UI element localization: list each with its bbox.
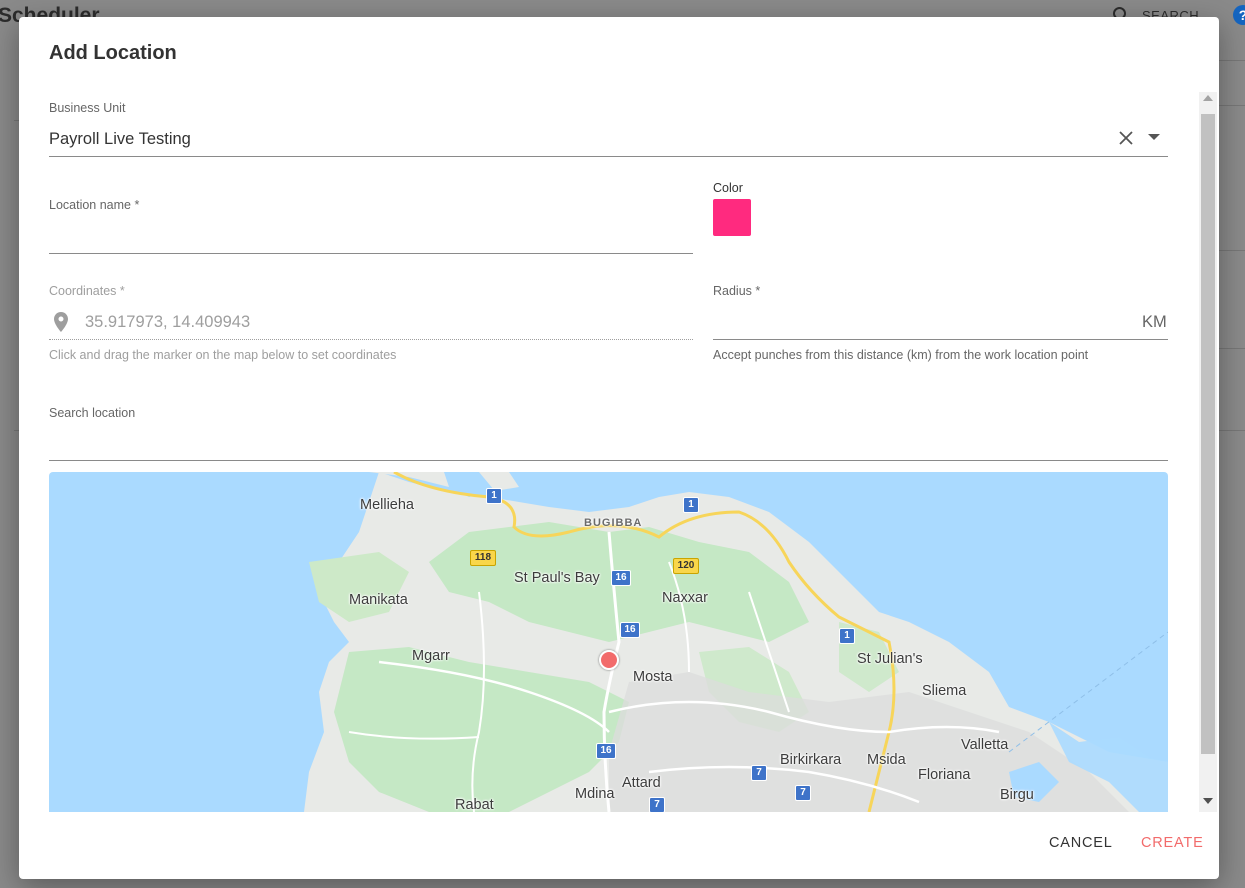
radius-label: Radius * [713,284,761,298]
map-place-label: Floriana [918,767,971,783]
divider [1219,250,1245,251]
coordinates-value: 35.917973, 14.409943 [85,313,251,331]
search-location-label: Search location [49,406,136,420]
map-place-label: Birgu [1000,787,1034,803]
map-place-label: Rabat [455,797,494,812]
chevron-down-icon[interactable] [1148,134,1160,141]
business-unit-value: Payroll Live Testing [49,130,191,148]
coordinates-underline [49,339,693,340]
map-place-label: Mosta [633,669,673,685]
road-number-badge: 16 [611,570,631,586]
road-number-badge: 7 [649,797,665,812]
divider [1219,105,1245,106]
location-name-label: Location name * [49,198,140,212]
map-place-label: Manikata [349,592,408,608]
map-place-label: BUGIBBA [584,517,643,529]
coordinates-helper: Click and drag the marker on the map bel… [49,348,397,362]
road-number-badge: 7 [795,785,811,801]
map-place-label: Mellieha [360,497,414,513]
scrollbar[interactable] [1199,92,1217,812]
road-number-badge: 7 [751,765,767,781]
add-location-dialog: Add Location Business Unit Payroll Live … [19,17,1219,879]
cancel-button[interactable]: CANCEL [1049,835,1113,851]
location-marker[interactable] [599,650,619,670]
location-name-underline [49,253,693,254]
map-place-label: Mdina [575,786,615,802]
road-number-badge: 1 [683,497,699,513]
road-number-badge: 16 [596,743,616,759]
color-label: Color [713,181,743,195]
map-place-label: Valletta [961,737,1009,753]
map-place-label: Mgarr [412,648,450,664]
map-place-label: Birkirkara [780,752,842,768]
road-number-badge: 1 [839,628,855,644]
divider [1219,60,1245,61]
divider [1219,348,1245,349]
coordinates-label: Coordinates * [49,284,125,298]
radius-underline [713,339,1168,340]
radius-unit: KM [1142,313,1167,331]
scroll-down-arrow-icon[interactable] [1203,798,1213,804]
map-place-label: Msida [867,752,906,768]
map-place-label: Attard [622,775,661,791]
help-icon[interactable]: ? [1233,5,1245,25]
map-place-label: Sliema [922,683,967,699]
scrollbar-thumb[interactable] [1201,114,1215,754]
location-pin-icon [54,312,68,332]
road-number-badge: 1 [486,488,502,504]
business-unit-underline [49,156,1168,157]
dialog-title: Add Location [49,42,177,64]
road-number-badge: 16 [620,622,640,638]
map-place-label: St Julian's [857,651,923,667]
road-number-badge: 120 [673,558,699,574]
map-place-label: St Paul's Bay [514,570,600,586]
color-swatch[interactable] [713,199,751,236]
create-button[interactable]: CREATE [1141,835,1204,851]
business-unit-label: Business Unit [49,101,126,115]
map-place-label: Naxxar [662,590,708,606]
road-number-badge: 118 [470,550,496,566]
clear-icon[interactable] [1119,131,1133,145]
search-location-underline [49,460,1168,461]
map[interactable]: Mellieha BUGIBBA St Paul's Bay Manikata … [49,472,1168,812]
radius-helper: Accept punches from this distance (km) f… [713,348,1089,362]
divider [1219,430,1245,431]
scroll-up-arrow-icon[interactable] [1203,95,1213,101]
